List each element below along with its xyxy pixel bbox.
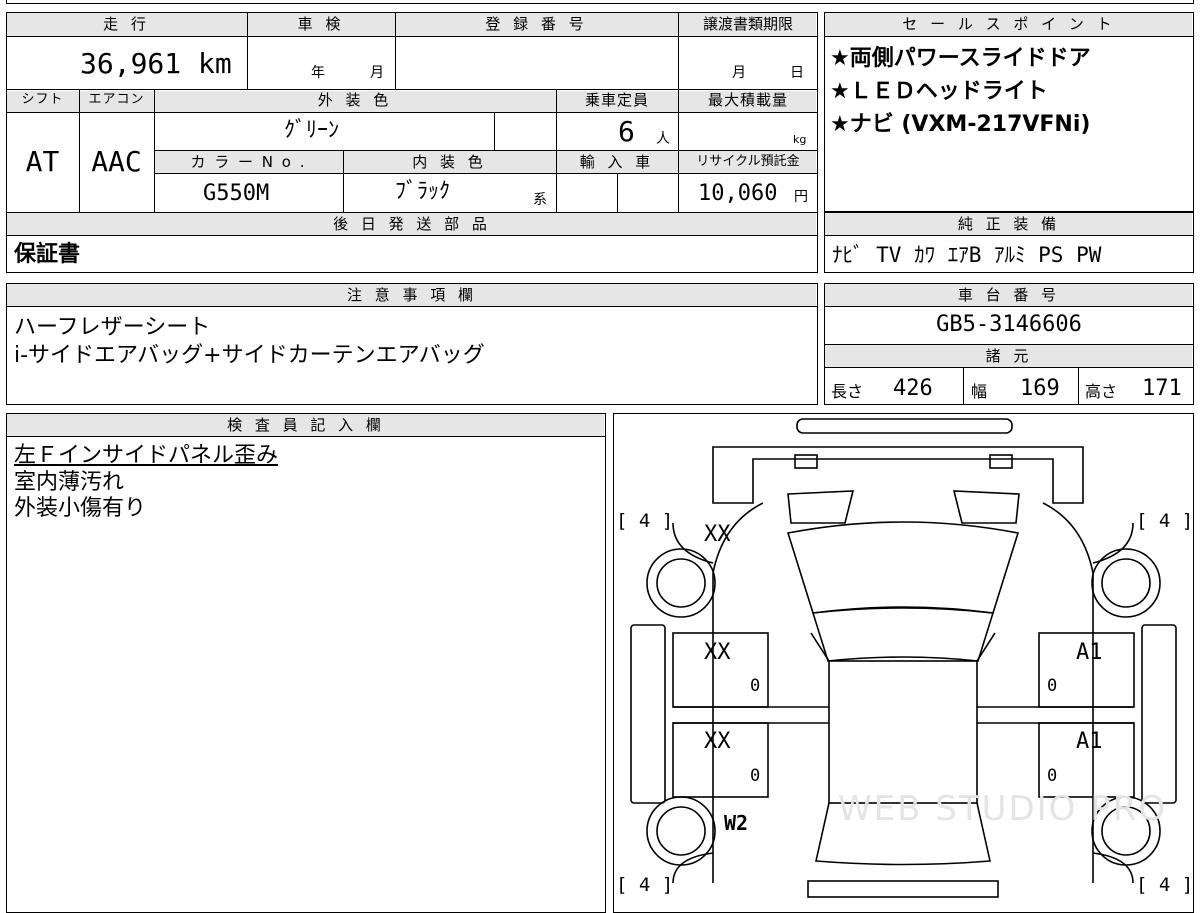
- recycle-value: 10,060: [698, 181, 778, 206]
- mileage-value: 36,961 km: [80, 47, 232, 80]
- rear-bumper-shape: [807, 880, 999, 898]
- fender-shape: [672, 852, 714, 884]
- shift-label: シフト: [21, 92, 64, 107]
- exterior-color-value: ｸﾞﾘｰﾝ: [284, 118, 340, 143]
- grille-shape: [794, 454, 818, 469]
- capacity-value: 6: [618, 115, 635, 148]
- notes-line: ハーフレザーシート: [14, 315, 211, 340]
- tire-br-label: [ 4 ]: [1136, 874, 1194, 896]
- tire-tr-label: [ 4 ]: [1136, 510, 1194, 532]
- import-label: 輸 入 車: [579, 153, 655, 171]
- tire-bl-label: [ 4 ]: [616, 874, 674, 896]
- left-front-door-mark: XX: [704, 640, 731, 665]
- aircon-value: AAC: [91, 145, 142, 178]
- inspector-line: 左Ｆインサイドパネル歪み: [14, 443, 279, 468]
- hood-shape: [786, 521, 1020, 614]
- left-rear-door-num: 0: [750, 766, 761, 786]
- cabin-shape: [828, 660, 978, 804]
- interior-color-suffix: 系: [533, 192, 547, 208]
- max-load-unit: kg: [793, 133, 807, 146]
- specs-label: 諸 元: [985, 347, 1033, 365]
- length-label: 長さ: [831, 382, 864, 401]
- later-parts-label: 後 日 発 送 部 品: [333, 215, 491, 233]
- notes-label: 注 意 事 項 欄: [346, 286, 478, 304]
- sales-point-item: ★両側パワースライドドア: [830, 46, 1091, 71]
- sales-point-item: ★ＬＥＤヘッドライト: [830, 79, 1048, 104]
- top-strip: [6, 0, 1194, 4]
- right-rear-door-num: 0: [1047, 766, 1058, 786]
- right-rear-door-mark: A1: [1076, 729, 1103, 754]
- right-front-door-mark: A1: [1076, 640, 1103, 665]
- fender-shape: [1092, 522, 1134, 564]
- shift-value: AT: [25, 145, 60, 178]
- inspector-line: 室内薄汚れ: [14, 470, 125, 495]
- left-sill-shape: [630, 624, 666, 804]
- exterior-color-label: 外 装 色: [317, 91, 393, 109]
- watermark: WEB STUDIO PRO: [838, 789, 1168, 829]
- chassis-value: GB5-3146606: [936, 312, 1082, 337]
- mileage-label: 走 行: [103, 15, 150, 33]
- capacity-label: 乗車定員: [584, 91, 649, 109]
- left-rear-quarter-mark: W2: [724, 811, 749, 835]
- front-left-fender-mark: XX: [704, 522, 731, 547]
- left-rear-door-mark: XX: [704, 729, 731, 754]
- chassis-label: 車 台 番 号: [957, 286, 1061, 304]
- sales-points-label: セ ー ル ス ポ イ ン ト: [902, 15, 1116, 33]
- inspection-label: 車 検: [297, 15, 345, 33]
- interior-color-value: ﾌﾞﾗｯｸ: [395, 179, 451, 204]
- recycle-label: リサイクル預託金: [696, 154, 800, 169]
- left-front-door-num: 0: [750, 676, 761, 696]
- right-sill-shape: [1141, 624, 1177, 804]
- roof-shape: [811, 607, 995, 662]
- recycle-unit: 円: [794, 189, 808, 205]
- transfer-month-unit: 月: [732, 65, 746, 81]
- width-label: 幅: [971, 382, 988, 401]
- front-panel-shape: [712, 446, 1084, 504]
- later-parts-value: 保証書: [14, 242, 81, 267]
- width-value: 169: [1020, 376, 1060, 401]
- car-diagram: [630, 418, 1177, 898]
- equipment-value: ﾅﾋﾞ TV ｶﾜ ｴｱB ｱﾙﾐ PS PW: [832, 243, 1102, 267]
- front-bumper-shape: [796, 418, 1013, 434]
- equipment-label: 純 正 装 備: [957, 215, 1061, 233]
- inspection-year-unit: 年: [311, 65, 325, 81]
- length-value: 426: [893, 376, 933, 401]
- inspector-line: 外装小傷有り: [14, 496, 147, 521]
- transfer-day-unit: 日: [790, 65, 804, 81]
- interior-color-label: 内 装 色: [412, 153, 487, 171]
- color-no-value: G550M: [203, 181, 270, 206]
- right-front-door-num: 0: [1047, 676, 1058, 696]
- grille-shape: [989, 454, 1013, 469]
- max-load-label: 最大積載量: [707, 91, 788, 109]
- notes-line: i-サイドエアバッグ+サイドカーテンエアバッグ: [14, 343, 485, 368]
- tire-tl-label: [ 4 ]: [616, 510, 674, 532]
- aircon-label: エアコン: [88, 92, 145, 107]
- transfer-deadline-label: 譲渡書類期限: [702, 15, 793, 33]
- headlight-shape: [952, 490, 1020, 524]
- sales-point-item: ★ナビ (VXM-217VFNi): [830, 112, 1091, 137]
- height-label: 高さ: [1085, 382, 1118, 401]
- headlight-shape: [787, 490, 855, 524]
- registration-label: 登 録 番 号: [485, 15, 588, 33]
- capacity-unit: 人: [656, 131, 670, 147]
- fender-shape: [1092, 852, 1134, 884]
- inspector-label: 検 査 員 記 入 欄: [227, 416, 385, 434]
- inspection-month-unit: 月: [370, 65, 384, 81]
- color-no-label: カ ラ ー N o .: [190, 153, 307, 171]
- height-value: 171: [1142, 376, 1182, 401]
